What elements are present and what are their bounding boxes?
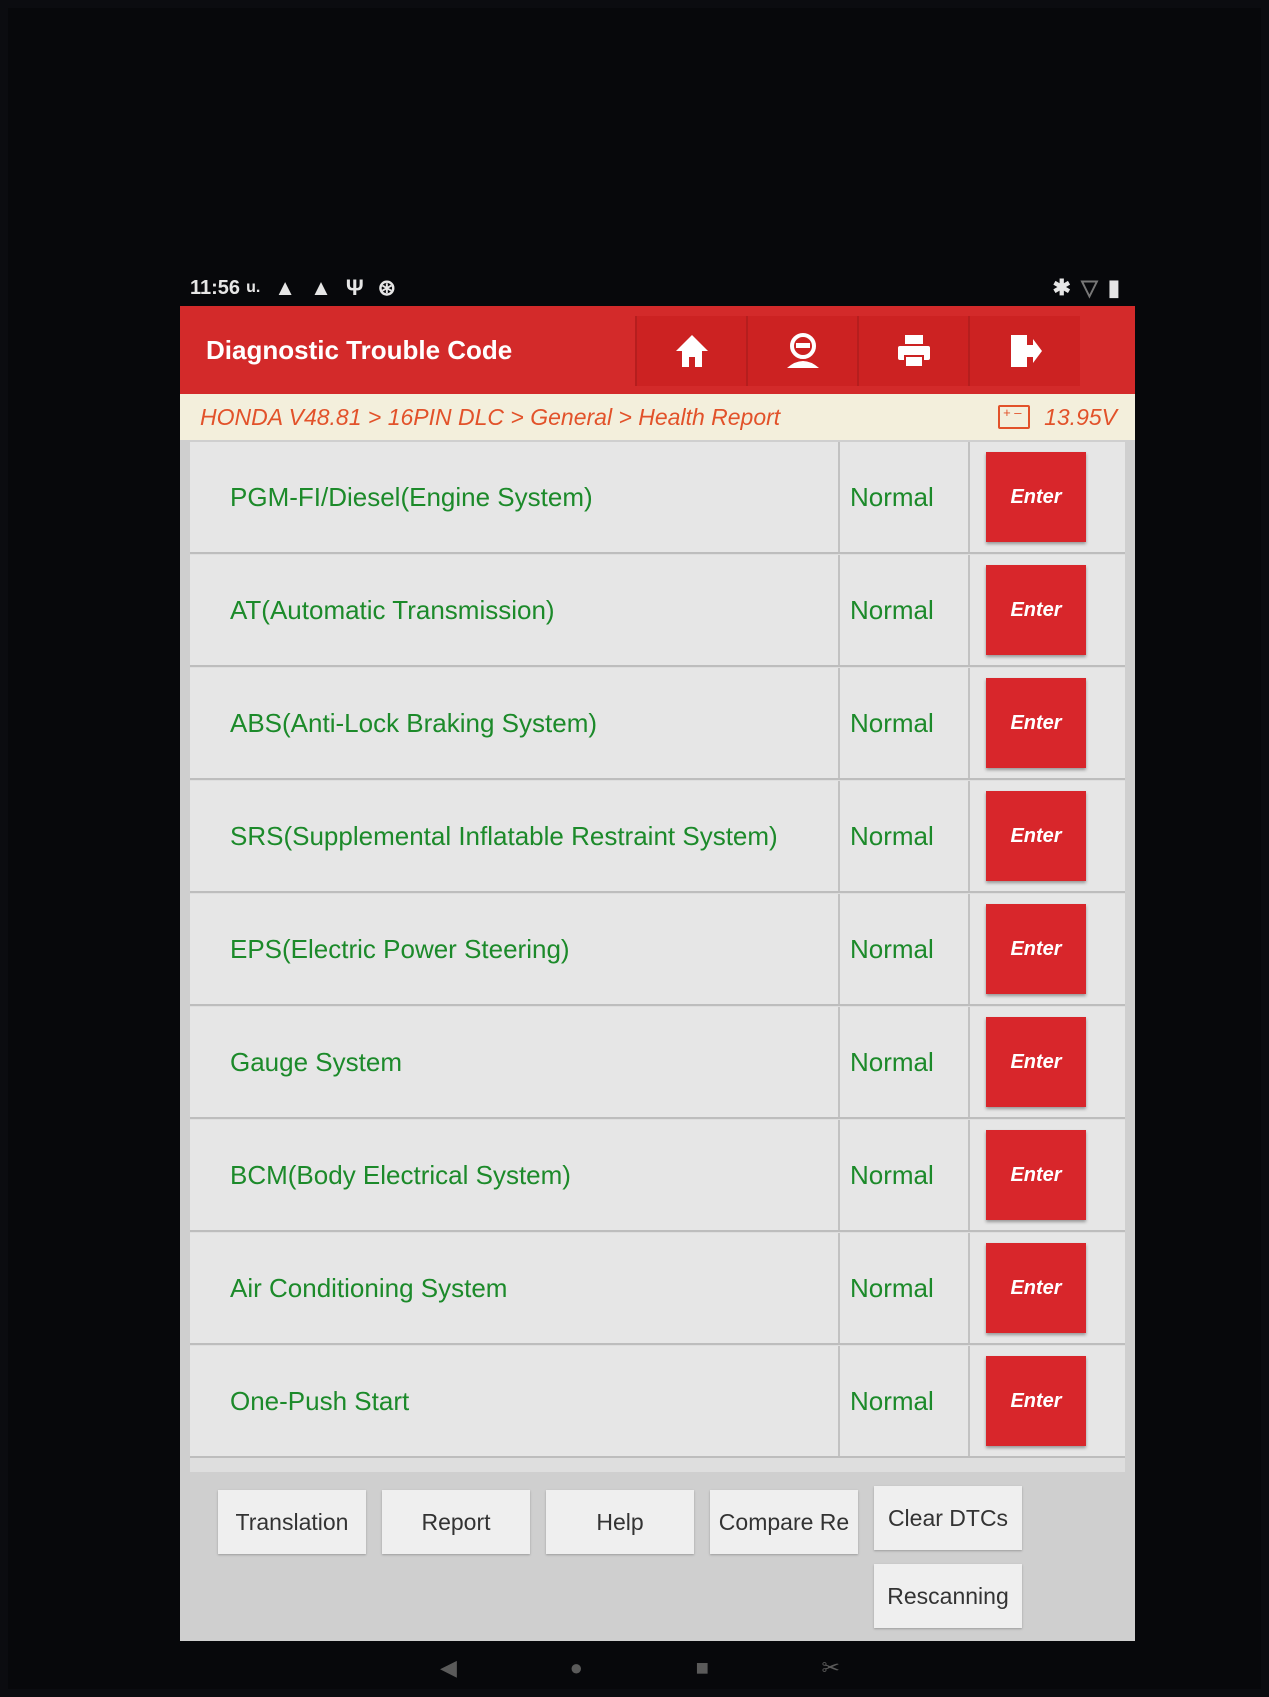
clear-dtcs-button[interactable]: Clear DTCs	[874, 1486, 1022, 1550]
system-status: Normal	[840, 894, 970, 1004]
enter-button[interactable]: Enter	[986, 1356, 1086, 1446]
list-item: EPS(Electric Power Steering) Normal Ente…	[190, 894, 1125, 1006]
system-name: One-Push Start	[190, 1346, 840, 1456]
exit-icon	[1011, 335, 1042, 367]
list-item: SRS(Supplemental Inflatable Restraint Sy…	[190, 781, 1125, 893]
recents-icon[interactable]: ■	[696, 1655, 709, 1681]
list-item: One-Push Start Normal Enter	[190, 1346, 1125, 1458]
list-item: PGM-FI/Diesel(Engine System) Normal Ente…	[190, 442, 1125, 554]
footer-toolbar: Translation Report Help Compare Re Clear…	[180, 1472, 1135, 1641]
list-item: AT(Automatic Transmission) Normal Enter	[190, 555, 1125, 667]
system-name: Air Conditioning System	[190, 1233, 840, 1343]
home-icon	[676, 335, 708, 367]
report-button[interactable]: Report	[382, 1490, 530, 1554]
system-name: EPS(Electric Power Steering)	[190, 894, 840, 1004]
page-title: Diagnostic Trouble Code	[206, 334, 513, 365]
battery-icon: ▮	[1107, 275, 1120, 300]
exit-button[interactable]	[968, 316, 1080, 386]
navigation-bar: ◀ ● ■ ✂	[440, 1650, 840, 1686]
breadcrumb-path: HONDA V48.81 > 16PIN DLC > General > Hea…	[200, 403, 781, 430]
status-bar: 11:56 u. ▲ ▲ Ψ ⊛ ✱ ▽ ▮	[190, 270, 1120, 306]
system-name: BCM(Body Electrical System)	[190, 1120, 840, 1230]
rescanning-button[interactable]: Rescanning	[874, 1564, 1022, 1628]
enter-button[interactable]: Enter	[986, 565, 1086, 655]
enter-button[interactable]: Enter	[986, 678, 1086, 768]
wifi-icon: ▽	[1080, 275, 1098, 300]
system-list: PGM-FI/Diesel(Engine System) Normal Ente…	[190, 442, 1125, 1472]
translation-button[interactable]: Translation	[218, 1490, 366, 1554]
system-name: AT(Automatic Transmission)	[190, 555, 840, 665]
list-item: Gauge System Normal Enter	[190, 1007, 1125, 1119]
back-icon[interactable]: ◀	[440, 1655, 457, 1681]
screenshot-icon[interactable]: ✂	[822, 1655, 840, 1681]
system-status: Normal	[840, 442, 970, 552]
system-name: ABS(Anti-Lock Braking System)	[190, 668, 840, 778]
home-button[interactable]	[635, 316, 747, 386]
enter-button[interactable]: Enter	[986, 1130, 1086, 1220]
print-button[interactable]	[857, 316, 969, 386]
enter-button[interactable]: Enter	[986, 1243, 1086, 1333]
system-status: Normal	[840, 1007, 970, 1117]
enter-button[interactable]: Enter	[986, 452, 1086, 542]
enter-button[interactable]: Enter	[986, 904, 1086, 994]
print-icon	[898, 335, 930, 368]
profile-button[interactable]	[746, 316, 858, 386]
list-item: BCM(Body Electrical System) Normal Enter	[190, 1120, 1125, 1232]
help-button[interactable]: Help	[546, 1490, 694, 1554]
enter-button[interactable]: Enter	[986, 1017, 1086, 1107]
home-circle-icon[interactable]: ●	[570, 1655, 583, 1681]
system-status: Normal	[840, 1346, 970, 1456]
bluetooth-icon: ✱	[1052, 275, 1071, 300]
voltage-value: 13.95V	[1044, 403, 1117, 430]
status-indicator: u.	[246, 279, 261, 296]
list-item: Air Conditioning System Normal Enter	[190, 1233, 1125, 1345]
enter-button[interactable]: Enter	[986, 791, 1086, 881]
profile-icon	[787, 333, 819, 368]
breadcrumb: HONDA V48.81 > 16PIN DLC > General > Hea…	[180, 394, 1135, 440]
system-status: Normal	[840, 781, 970, 891]
compare-button[interactable]: Compare Re	[710, 1490, 858, 1554]
system-status: Normal	[840, 1233, 970, 1343]
system-name: SRS(Supplemental Inflatable Restraint Sy…	[190, 781, 840, 891]
system-status: Normal	[840, 555, 970, 665]
warning-icon: ▲	[310, 275, 332, 300]
system-status: Normal	[840, 668, 970, 778]
status-time: 11:56	[190, 276, 241, 299]
app-screen: Diagnostic Trouble Code HONDA V48.81 > 1…	[180, 306, 1135, 1641]
car-battery-icon	[998, 405, 1031, 429]
voltage-display: 13.95V	[998, 404, 1117, 431]
usb-icon: Ψ	[345, 275, 364, 300]
warning-icon: ▲	[274, 275, 297, 300]
system-status: Normal	[840, 1120, 970, 1230]
system-name: PGM-FI/Diesel(Engine System)	[190, 442, 840, 552]
list-item: ABS(Anti-Lock Braking System) Normal Ent…	[190, 668, 1125, 780]
system-name: Gauge System	[190, 1007, 840, 1117]
bluetooth-circle-icon: ⊛	[377, 275, 397, 300]
title-bar: Diagnostic Trouble Code	[180, 306, 1135, 394]
